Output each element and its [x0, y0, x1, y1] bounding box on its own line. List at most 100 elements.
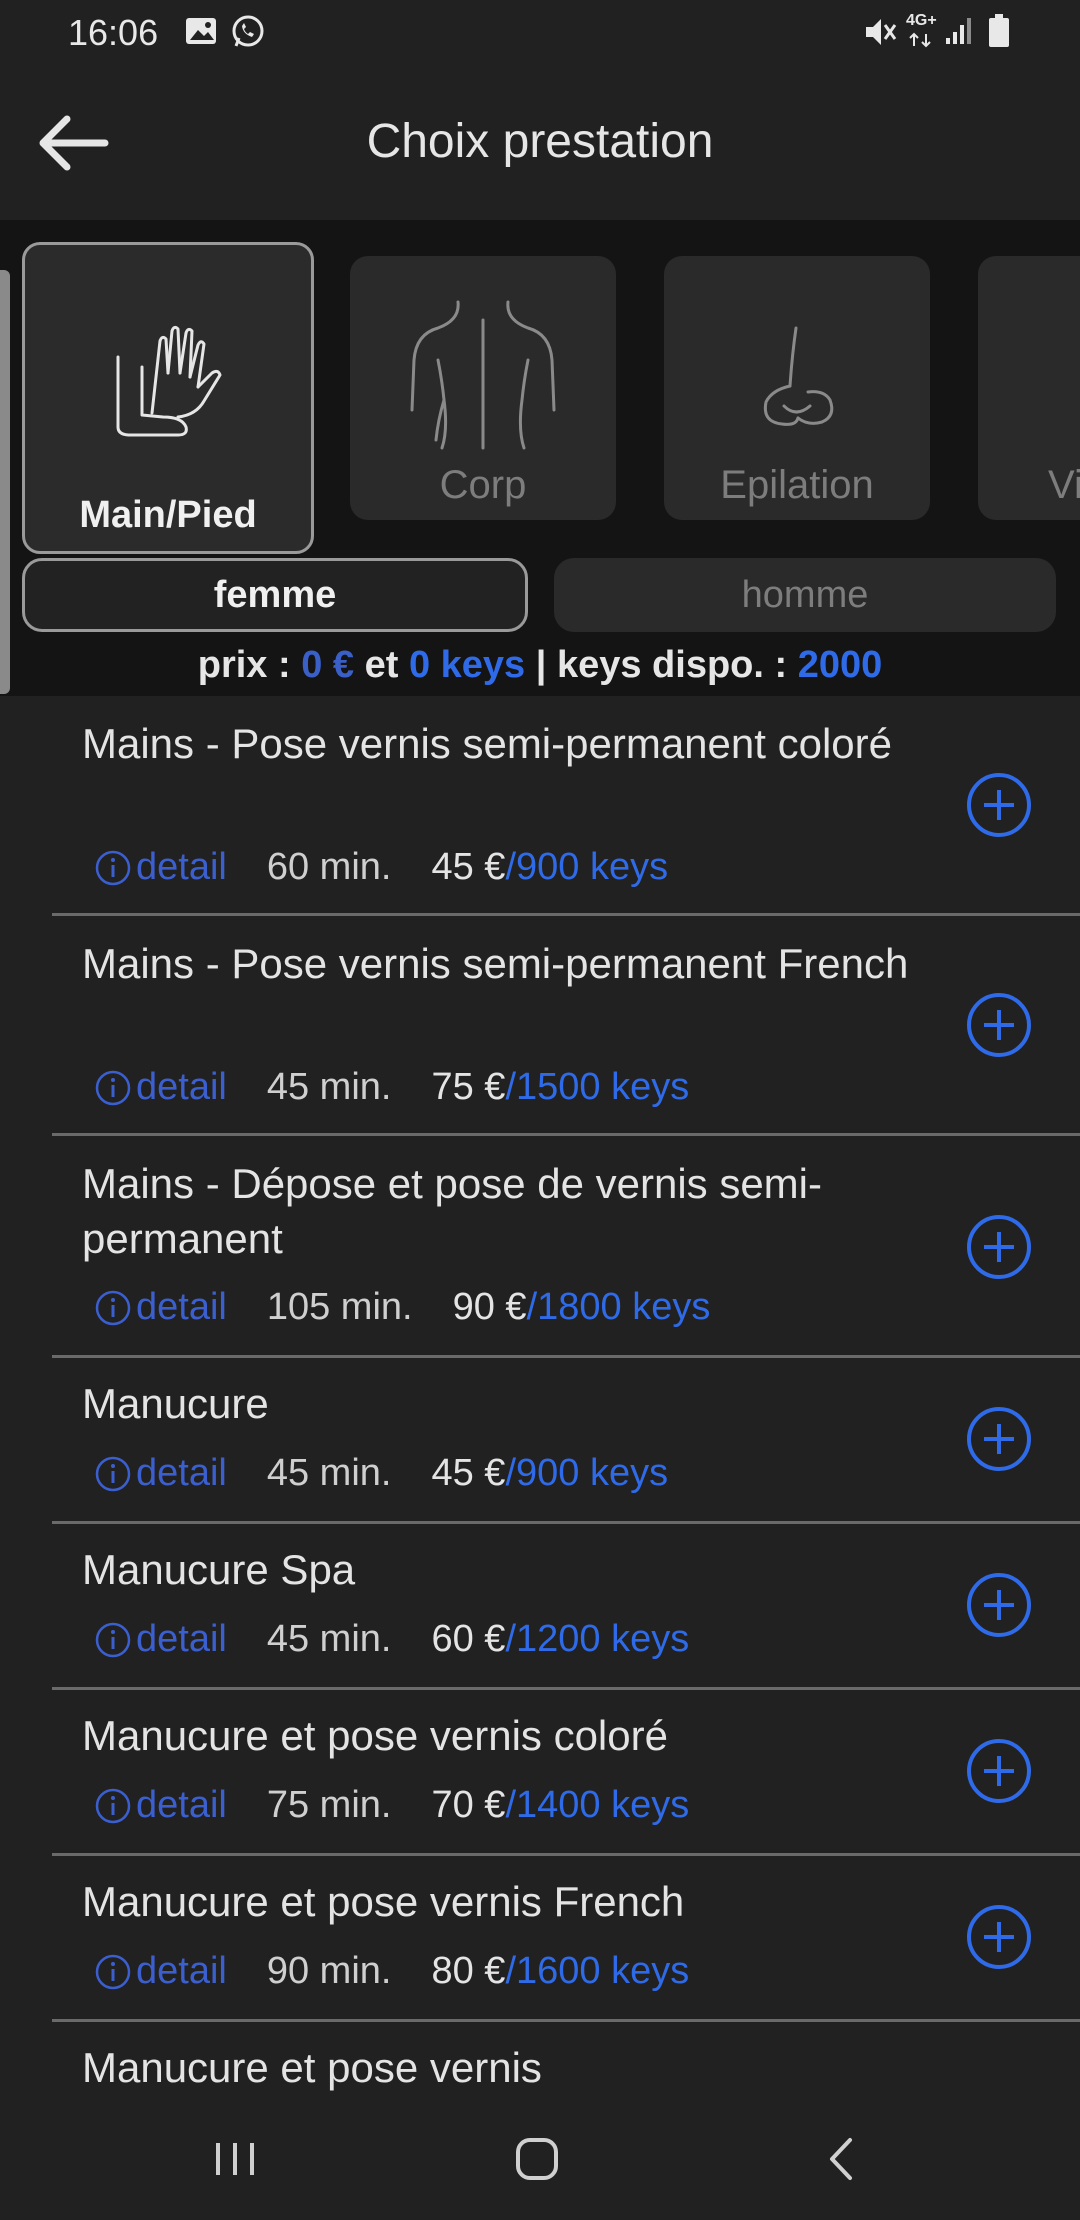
- add-circle-icon[interactable]: [966, 992, 1032, 1058]
- add-circle-icon[interactable]: [966, 1738, 1032, 1804]
- service-price: 60 €: [431, 1618, 506, 1660]
- mute-icon: [866, 19, 897, 45]
- page-title: Choix prestation: [366, 115, 714, 168]
- category-label: Epilation: [720, 463, 874, 507]
- system-nav-bar: [0, 2094, 1080, 2220]
- keys-value: 0 keys: [408, 644, 526, 686]
- service-keys: /1500 keys: [505, 1066, 690, 1108]
- service-price: 45 €: [431, 846, 506, 888]
- list-item[interactable]: Mains - Pose vernis semi-permanent color…: [0, 696, 1080, 916]
- nose-icon: [664, 326, 930, 436]
- service-duration: 60 min.: [266, 846, 392, 888]
- et-label: et: [364, 644, 399, 686]
- add-circle-icon[interactable]: [966, 1214, 1032, 1280]
- body-icon: [350, 300, 616, 450]
- battery-icon: [989, 14, 1009, 47]
- service-meta: detail 45 min. 45 €/900 keys: [94, 1452, 668, 1495]
- category-label: Vi: [1048, 463, 1080, 507]
- detail-link[interactable]: detail: [94, 1784, 227, 1827]
- service-duration: 90 min.: [266, 1950, 392, 1992]
- service-title: Mains - Pose vernis semi-permanent color…: [82, 720, 892, 767]
- list-item[interactable]: Manucure et pose vernis: [0, 2022, 1080, 2094]
- service-keys: /1800 keys: [526, 1286, 711, 1328]
- list-item[interactable]: Manucure detail 45 min. 45 €/900 keys: [0, 1358, 1080, 1524]
- service-meta: detail 75 min. 70 €/1400 keys: [94, 1784, 689, 1827]
- list-item[interactable]: Manucure et pose vernis coloré detail 75…: [0, 1690, 1080, 1856]
- detail-link[interactable]: detail: [94, 1950, 227, 1993]
- detail-link[interactable]: detail: [94, 1618, 227, 1661]
- service-keys: /1200 keys: [505, 1618, 690, 1660]
- price-summary: prix : 0 € et 0 keys | keys dispo. : 200…: [0, 644, 1080, 687]
- separator: |: [535, 644, 547, 686]
- category-main-pied[interactable]: Main/Pied: [22, 242, 314, 554]
- chevron-left-icon: [830, 2138, 852, 2180]
- add-circle-icon[interactable]: [966, 1572, 1032, 1638]
- info-icon: [95, 1788, 131, 1823]
- service-price: 70 €: [431, 1784, 506, 1826]
- data-arrows-icon: [909, 32, 931, 48]
- service-duration: 45 min.: [266, 1618, 392, 1660]
- info-icon: [95, 1456, 131, 1491]
- service-keys: /900 keys: [505, 1452, 669, 1494]
- recent-apps-icon: [216, 2143, 254, 2175]
- service-list: Mains - Pose vernis semi-permanent color…: [0, 696, 1080, 2094]
- category-epilation[interactable]: Epilation: [664, 256, 930, 520]
- signal-icon: [946, 18, 971, 44]
- service-meta: detail 105 min. 90 €/1800 keys: [94, 1286, 710, 1329]
- list-item[interactable]: Mains - Dépose et pose de vernis semi-pe…: [0, 1136, 1080, 1358]
- prix-value: 0 €: [301, 644, 355, 686]
- recent-apps-button[interactable]: [190, 2124, 280, 2194]
- service-title: Manucure Spa: [82, 1546, 356, 1593]
- list-item[interactable]: Manucure et pose vernis French detail 90…: [0, 1856, 1080, 2022]
- category-vi[interactable]: Vi: [978, 256, 1080, 520]
- service-title: Manucure: [82, 1380, 269, 1427]
- service-price: 45 €: [431, 1452, 506, 1494]
- service-title: Manucure et pose vernis: [82, 2044, 542, 2091]
- info-icon: [95, 1954, 131, 1989]
- service-title: Mains - Dépose et pose de vernis semi-pe…: [82, 1160, 822, 1262]
- service-keys: /1400 keys: [505, 1784, 690, 1826]
- detail-link[interactable]: detail: [94, 1452, 227, 1495]
- list-item[interactable]: Mains - Pose vernis semi-permanent Frenc…: [0, 916, 1080, 1136]
- detail-link[interactable]: detail: [94, 846, 227, 889]
- service-price: 90 €: [452, 1286, 527, 1328]
- network-type: 4G+: [906, 12, 937, 29]
- service-title: Mains - Pose vernis semi-permanent Frenc…: [82, 940, 909, 987]
- service-title: Manucure et pose vernis French: [82, 1878, 685, 1925]
- service-price: 80 €: [431, 1950, 506, 1992]
- home-button[interactable]: [492, 2124, 582, 2194]
- status-time: 16:06: [68, 12, 159, 53]
- service-duration: 45 min.: [266, 1066, 392, 1108]
- prix-label: prix :: [197, 644, 291, 686]
- gender-femme-button[interactable]: femme: [22, 558, 528, 632]
- service-duration: 75 min.: [266, 1784, 392, 1826]
- info-icon: [95, 1290, 131, 1325]
- dispo-value: 2000: [797, 644, 883, 686]
- category-label: Corp: [439, 463, 527, 507]
- hand-foot-icon: [25, 317, 311, 443]
- detail-link[interactable]: detail: [94, 1066, 227, 1109]
- service-meta: detail 90 min. 80 €/1600 keys: [94, 1950, 689, 1993]
- category-corp[interactable]: Corp: [350, 256, 616, 520]
- status-bar: 16:06 4G+: [0, 0, 1080, 64]
- service-meta: detail 45 min. 60 €/1200 keys: [94, 1618, 689, 1661]
- service-meta: detail 60 min. 45 €/900 keys: [94, 846, 668, 889]
- list-item[interactable]: Manucure Spa detail 45 min. 60 €/1200 ke…: [0, 1524, 1080, 1690]
- info-icon: [95, 1070, 131, 1105]
- gender-homme-button[interactable]: homme: [554, 558, 1056, 632]
- back-nav-button[interactable]: [796, 2124, 886, 2194]
- service-price: 75 €: [431, 1066, 506, 1108]
- add-circle-icon[interactable]: [966, 1406, 1032, 1472]
- service-keys: /1600 keys: [505, 1950, 690, 1992]
- category-label: Main/Pied: [79, 494, 257, 536]
- add-circle-icon[interactable]: [966, 772, 1032, 838]
- gallery-icon: [186, 18, 216, 44]
- service-meta: detail 45 min. 75 €/1500 keys: [94, 1066, 689, 1109]
- service-title: Manucure et pose vernis coloré: [82, 1712, 668, 1759]
- category-panel: Main/Pied Corp Epilation Vi femme homme …: [0, 220, 1080, 696]
- service-keys: /900 keys: [505, 846, 669, 888]
- add-circle-icon[interactable]: [966, 1904, 1032, 1970]
- service-duration: 105 min.: [266, 1286, 413, 1328]
- detail-link[interactable]: detail: [94, 1286, 227, 1329]
- service-duration: 45 min.: [266, 1452, 392, 1494]
